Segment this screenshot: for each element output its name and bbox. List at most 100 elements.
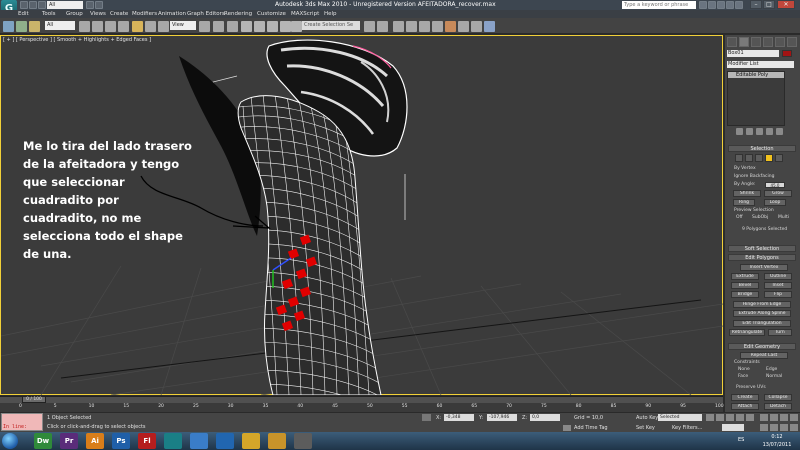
pin-stack-icon[interactable] [736,128,743,135]
help-icon[interactable] [735,1,743,9]
angle-snap-icon[interactable] [254,21,265,32]
grow-button[interactable]: Grow [764,190,792,197]
snap-toggle-icon[interactable] [241,21,252,32]
window-crossing-icon[interactable] [118,21,129,32]
show-end-result-icon[interactable] [746,128,753,135]
constraint-edge-radio[interactable]: Edge [766,367,777,372]
taskbar-app-button[interactable]: Ai [86,433,104,449]
search-input[interactable] [622,1,696,9]
shrink-button[interactable]: Shrink [733,190,761,197]
move-icon[interactable] [132,21,143,32]
zoom-extents-icon[interactable] [780,414,788,421]
communication-icon[interactable] [717,1,725,9]
pivot-center-icon[interactable] [199,21,210,32]
rollout-selection[interactable]: Selection [728,145,796,152]
ring-button[interactable]: Ring [733,199,755,206]
schematic-view-icon[interactable] [432,21,443,32]
named-selection-set-input[interactable]: Create Selection Se [302,21,360,30]
keyboard-shortcut-icon[interactable] [227,21,238,32]
taskbar-app-button[interactable] [268,433,286,449]
outline-button[interactable]: Outline [764,273,792,280]
create-button[interactable]: Create [731,394,759,401]
subscription-icon[interactable] [708,1,716,9]
next-frame-icon[interactable] [736,414,744,421]
by-angle-checkbox[interactable]: By Angle: [734,182,756,187]
taskbar-app-button[interactable]: Dw [34,433,52,449]
x-coordinate-field[interactable]: -0,348 [444,414,474,421]
loop-button[interactable]: Loop [764,199,786,206]
taskbar-app-button[interactable] [242,433,260,449]
new-file-icon[interactable] [20,1,28,9]
constraint-normal-radio[interactable]: Normal [766,374,782,379]
rendered-frame-icon[interactable] [471,21,482,32]
system-clock[interactable]: 0:12 13/07/2011 [758,433,796,449]
constraint-face-radio[interactable]: Face [738,374,748,379]
extrude-along-spline-button[interactable]: Extrude Along Spline [733,310,791,317]
menu-help[interactable]: Help [324,10,337,18]
curve-editor-icon[interactable] [419,21,430,32]
search-icon[interactable] [699,1,707,9]
align-icon[interactable] [377,21,388,32]
extrude-button[interactable]: Extrude [731,273,759,280]
preserve-uvs-checkbox[interactable]: Preserve UVs [736,385,766,390]
current-frame-field[interactable] [722,424,744,431]
set-key-button[interactable]: Set Key [636,425,655,431]
zoom-extents-all-icon[interactable] [790,414,798,421]
flip-button[interactable]: Flip [764,291,792,298]
edit-triangulation-button[interactable]: Edit Triangulation [733,320,791,327]
bind-space-warp-icon[interactable] [29,21,40,32]
play-icon[interactable] [726,414,734,421]
maximize-button[interactable]: □ [763,0,775,9]
select-link-icon[interactable] [3,21,14,32]
modifier-list-select[interactable]: Modifier List [727,61,794,68]
mirror-icon[interactable] [364,21,375,32]
utilities-tab-icon[interactable] [787,37,797,47]
language-indicator[interactable]: ES [738,437,744,443]
selection-filter-select[interactable]: All [45,21,75,30]
pan-view-icon[interactable] [770,424,778,431]
select-by-name-icon[interactable] [92,21,103,32]
rollout-edit-geometry[interactable]: Edit Geometry [728,343,796,350]
layer-manager-icon[interactable] [393,21,404,32]
display-tab-icon[interactable] [775,37,785,47]
taskbar-app-button[interactable] [190,433,208,449]
select-object-icon[interactable] [79,21,90,32]
element-mode-icon[interactable] [775,154,783,162]
border-mode-icon[interactable] [755,154,763,162]
manipulate-icon[interactable] [213,21,224,32]
add-time-tag-button[interactable]: Add Time Tag [574,425,608,431]
redo-icon[interactable] [95,1,103,9]
repeat-last-button[interactable]: Repeat Last [740,352,788,359]
spinner-snap-icon[interactable] [280,21,291,32]
time-tag-icon[interactable] [563,425,571,431]
preview-subobj-radio[interactable]: SubObj [752,215,768,220]
detach-button[interactable]: Detach [764,403,792,410]
configure-sets-icon[interactable] [776,128,783,135]
menu-rendering[interactable]: Rendering [224,10,252,18]
edge-mode-icon[interactable] [745,154,753,162]
previous-frame-icon[interactable] [716,414,724,421]
remove-modifier-icon[interactable] [766,128,773,135]
rollout-edit-polygons[interactable]: Edit Polygons [728,254,796,261]
lock-selection-icon[interactable] [422,414,431,421]
menu-group[interactable]: Group [66,10,83,18]
time-slider[interactable] [0,396,723,403]
percent-snap-icon[interactable] [267,21,278,32]
modifier-stack[interactable] [727,71,785,126]
render-production-icon[interactable] [484,21,495,32]
collapse-button[interactable]: Collapse [764,394,792,401]
viewport-label[interactable]: [ + ] [ Perspective ] [ Smooth + Highlig… [3,37,151,43]
menu-edit[interactable]: Edit [18,10,29,18]
inset-button[interactable]: Inset [764,282,792,289]
menu-customize[interactable]: Customize [257,10,286,18]
zoom-icon[interactable] [760,414,768,421]
material-editor-icon[interactable] [445,21,456,32]
vertex-mode-icon[interactable] [735,154,743,162]
favorites-icon[interactable] [726,1,734,9]
ignore-backfacing-checkbox[interactable]: Ignore Backfacing [734,174,774,179]
menu-maxscript[interactable]: MAXScript [291,10,319,18]
menu-animation[interactable]: Animation [158,10,186,18]
open-file-icon[interactable] [29,1,37,9]
taskbar-app-button[interactable]: Fl [138,433,156,449]
make-unique-icon[interactable] [756,128,763,135]
